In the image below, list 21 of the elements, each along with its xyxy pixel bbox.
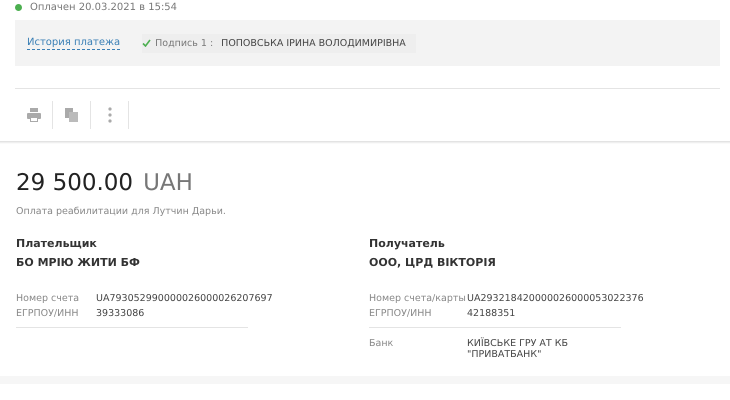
party-name: БО МРІЮ ЖИТИ БФ: [16, 256, 141, 269]
bank-name: КИЇВСЬКЕ ГРУ АТ КБ "ПРИВАТБАНК": [467, 338, 570, 360]
party-role: Плательщик: [16, 237, 98, 250]
amount-value: 29 500.00: [16, 170, 134, 196]
signature-label: Подпись 1 :: [155, 38, 214, 48]
detail-value: 42188351: [467, 308, 516, 319]
detail-value: UA793052990000026000026207697: [96, 293, 273, 304]
status-text: Оплачен 20.03.2021 в 15:54: [30, 2, 178, 12]
detail-label: Номер счета: [16, 293, 80, 304]
detail-label: ЕГРПОУ/ИНН: [16, 308, 80, 319]
detail-value: UA293218420000026000053022376: [467, 293, 644, 304]
history-link[interactable]: История платежа: [27, 36, 120, 50]
party-role: Получатель: [369, 237, 446, 250]
detail-label: Номер счета/карты: [369, 293, 467, 304]
detail-label: ЕГРПОУ/ИНН: [369, 308, 433, 319]
party-name: ООО, ЦРД ВІКТОРІЯ: [369, 256, 497, 269]
detail-label: Банк: [369, 338, 394, 351]
currency: UAH: [143, 170, 193, 196]
detail-value: 39333086: [96, 308, 146, 319]
payment-purpose: Оплата реабилитации для Лутчин Дарьи.: [16, 206, 227, 217]
signer-name: ПОПОВСЬКА ІРИНА ВОЛОДИМИРІВНА: [221, 38, 406, 48]
